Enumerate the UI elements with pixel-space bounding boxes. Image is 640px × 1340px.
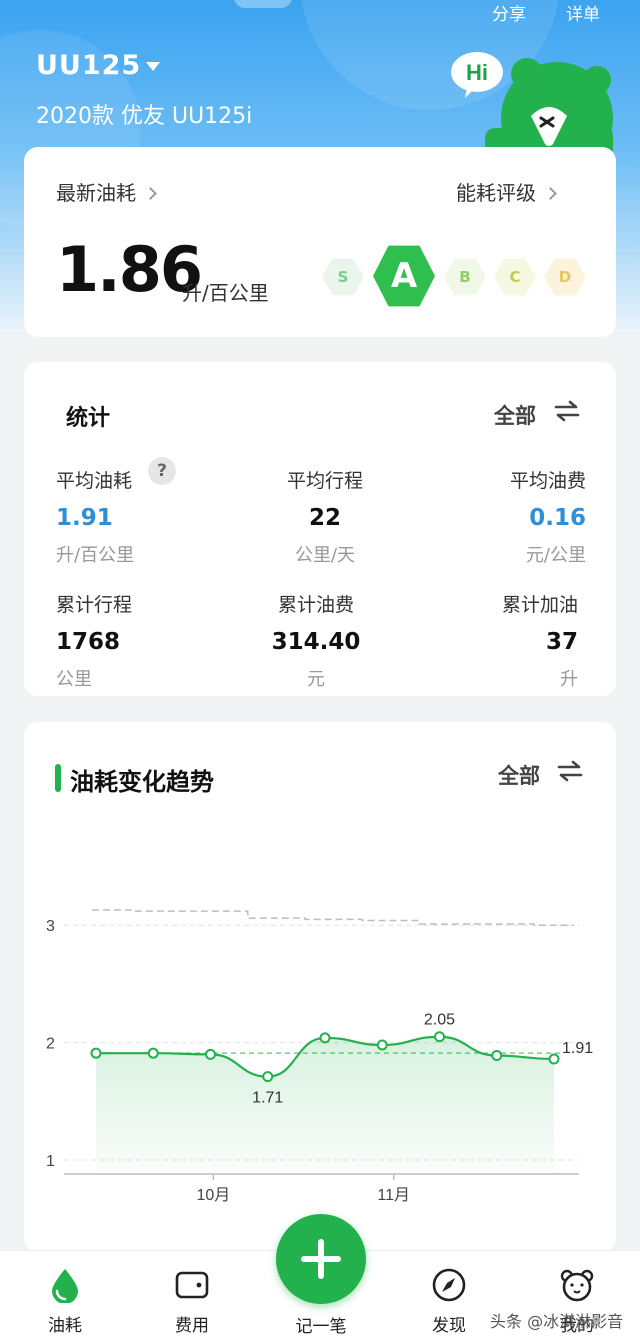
stat-value: 314.40 bbox=[271, 629, 361, 655]
stat-unit: 公里/天 bbox=[294, 545, 356, 566]
consumption-trend-chart: 1 2 3 10月 11月 1.71 2.05 1.91 油耗 同车型油耗参考-低位 bbox=[46, 909, 593, 1210]
reference-series-line bbox=[92, 909, 574, 926]
nav-label: 油耗 bbox=[48, 1316, 82, 1336]
bear-mascot-icon: Hi bbox=[451, 52, 613, 160]
y-tick-label: 1 bbox=[46, 1153, 55, 1170]
stat-label: 平均油耗 bbox=[56, 470, 133, 492]
share-button[interactable]: 分享 bbox=[492, 0, 526, 25]
stat-total-fuel-cost: 累计油费 314.40 元 bbox=[226, 590, 406, 691]
stat-unit: 元 bbox=[307, 669, 325, 690]
stat-avg-consumption: 平均油耗 1.91 升/百公里 bbox=[56, 466, 236, 567]
chevron-right-icon bbox=[144, 187, 157, 200]
y-tick-label: 3 bbox=[46, 918, 55, 935]
stat-label: 累计油费 bbox=[277, 594, 354, 616]
stat-label: 平均行程 bbox=[286, 470, 363, 492]
latest-consumption-value: 1.86 bbox=[56, 233, 203, 306]
stat-unit: 公里 bbox=[56, 669, 92, 690]
fuel-drop-icon bbox=[52, 1269, 78, 1303]
vehicle-name[interactable]: UU125 bbox=[36, 50, 141, 81]
latest-consumption-label: 最新油耗 bbox=[56, 181, 136, 205]
watermark: 头条 @冰淇淋影音 bbox=[490, 1312, 624, 1331]
mascot-hi-text: Hi bbox=[466, 60, 488, 85]
grade-badge-b: B bbox=[444, 258, 486, 296]
grade-badge-s: S bbox=[322, 258, 364, 296]
data-point bbox=[434, 1031, 445, 1043]
detail-button[interactable]: 详单 bbox=[566, 0, 600, 25]
help-icon[interactable]: ? bbox=[148, 457, 176, 485]
add-record-label: 记一笔 bbox=[295, 1317, 347, 1337]
grade-badge-d: D bbox=[544, 258, 586, 296]
plus-icon bbox=[301, 1239, 341, 1279]
section-accent-bar bbox=[55, 764, 61, 792]
data-label: 2.05 bbox=[424, 1012, 455, 1029]
trend-title: 油耗变化趋势 bbox=[70, 768, 214, 796]
add-record-button[interactable] bbox=[276, 1214, 366, 1304]
data-point bbox=[319, 1032, 331, 1044]
grade-badge-a-active: A bbox=[373, 245, 435, 307]
stat-unit: 元/公里 bbox=[525, 545, 586, 566]
stat-label: 累计行程 bbox=[56, 594, 133, 616]
stats-filter-button[interactable]: 全部 bbox=[494, 400, 536, 430]
stat-value: 0.16 bbox=[529, 505, 586, 531]
data-point bbox=[376, 1039, 388, 1051]
trend-filter-button[interactable]: 全部 bbox=[498, 760, 540, 790]
latest-consumption-unit: 升/百公里 bbox=[182, 281, 269, 305]
chevron-right-icon bbox=[544, 187, 557, 200]
stat-value: 1768 bbox=[56, 629, 121, 655]
stat-value: 1.91 bbox=[56, 505, 113, 531]
data-point bbox=[90, 1047, 102, 1059]
legend-label: 同车型油耗参考-低位 bbox=[292, 1209, 442, 1210]
y-tick-label: 2 bbox=[46, 1036, 55, 1053]
energy-rating-link[interactable]: 能耗评级 bbox=[456, 177, 557, 206]
nav-item-consumption[interactable]: 油耗 bbox=[20, 1251, 110, 1340]
wallet-icon bbox=[175, 1271, 209, 1299]
data-label: 1.91 bbox=[562, 1040, 593, 1057]
swap-icon[interactable] bbox=[557, 760, 583, 782]
stat-avg-fuel-cost: 平均油费 0.16 元/公里 bbox=[406, 466, 586, 567]
stat-label: 累计加油 bbox=[501, 594, 578, 616]
stat-unit: 升/百公里 bbox=[56, 545, 135, 566]
x-tick-label: 11月 bbox=[377, 1187, 410, 1204]
latest-consumption-card: 最新油耗 能耗评级 1.86 升/百公里 S A B C D bbox=[24, 147, 616, 337]
data-label: 1.71 bbox=[252, 1090, 283, 1107]
data-point bbox=[147, 1047, 159, 1059]
stat-value: 37 bbox=[545, 629, 578, 655]
legend-label: 油耗 bbox=[196, 1209, 228, 1210]
consumption-area bbox=[96, 1036, 554, 1174]
nav-label: 费用 bbox=[175, 1316, 209, 1336]
status-pill bbox=[234, 0, 292, 8]
data-point bbox=[262, 1071, 274, 1083]
nav-item-discover[interactable]: 发现 bbox=[404, 1251, 494, 1340]
data-point bbox=[548, 1053, 560, 1065]
stat-avg-distance: 平均行程 22 公里/天 bbox=[235, 466, 415, 567]
stat-value: 22 bbox=[308, 505, 341, 531]
swap-icon[interactable] bbox=[554, 400, 580, 422]
stat-unit: 升 bbox=[560, 669, 578, 690]
stat-total-distance: 累计行程 1768 公里 bbox=[56, 590, 236, 691]
stat-total-refuel: 累计加油 37 升 bbox=[398, 590, 578, 691]
x-tick-label: 10月 bbox=[196, 1187, 230, 1204]
energy-rating-label: 能耗评级 bbox=[456, 181, 536, 205]
chevron-down-icon[interactable] bbox=[146, 62, 160, 71]
grade-badge-c: C bbox=[494, 258, 536, 296]
stats-title: 统计 bbox=[66, 406, 111, 431]
bear-face-icon bbox=[560, 1269, 594, 1302]
compass-icon bbox=[432, 1268, 466, 1302]
data-point bbox=[205, 1048, 216, 1060]
stat-label: 平均油费 bbox=[509, 470, 586, 492]
nav-item-expenses[interactable]: 费用 bbox=[147, 1251, 237, 1340]
latest-consumption-link[interactable]: 最新油耗 bbox=[56, 177, 157, 206]
data-point bbox=[491, 1050, 503, 1062]
vehicle-model: 2020款 优友 UU125i bbox=[36, 104, 253, 129]
nav-label: 发现 bbox=[432, 1316, 466, 1336]
